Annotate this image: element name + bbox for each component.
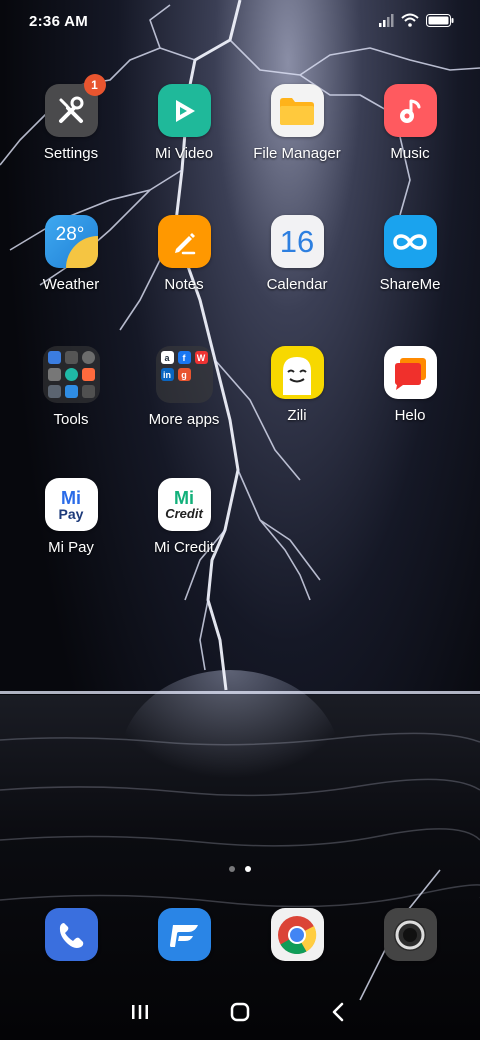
mi-pay-icon: Mi Pay: [44, 478, 98, 531]
app-shareme[interactable]: ShareMe: [355, 215, 465, 293]
app-settings[interactable]: 1 Settings: [16, 74, 126, 162]
signal-icon: [379, 13, 394, 27]
facebook-icon: f: [177, 351, 191, 364]
status-time: 2:36 AM: [29, 13, 89, 30]
app-label: Mi Pay: [48, 539, 94, 556]
app-calendar[interactable]: 16 Calendar: [242, 215, 352, 293]
mi-credit-icon: Mi Credit: [157, 478, 211, 531]
app-label: Mi Video: [154, 145, 214, 162]
calculator-icon: [47, 368, 61, 381]
folder-more-apps[interactable]: a f W in g More apps: [129, 346, 239, 428]
pencil-icon: [157, 215, 211, 268]
dock-camera[interactable]: [355, 908, 465, 961]
mi-pay-logo-bottom: Pay: [58, 505, 84, 522]
scanner-icon: [64, 351, 78, 364]
folder-tools[interactable]: Tools: [16, 346, 126, 428]
weather-temperature: 28°: [55, 223, 85, 245]
wifi-icon: [401, 13, 419, 27]
linkedin-icon: in: [160, 368, 174, 381]
camera-icon: [383, 908, 437, 961]
app-label: ShareMe: [379, 276, 441, 293]
app-label: Calendar: [266, 276, 328, 293]
more-apps-folder-icon: a f W in g: [155, 346, 213, 403]
zili-face-icon: [270, 346, 324, 399]
weather-icon: 28°: [44, 215, 98, 268]
app-music[interactable]: Music: [355, 84, 465, 162]
app-label: More apps: [148, 411, 220, 428]
app-weather[interactable]: 28° Weather: [16, 215, 126, 293]
app-grid: 1 Settings Mi Video File Manager Music 2…: [0, 0, 480, 600]
page-dot[interactable]: [229, 866, 235, 872]
wps-icon: W: [194, 351, 208, 364]
mi-credit-logo-top: Mi: [174, 488, 194, 508]
page-indicator: [229, 866, 251, 872]
helo-chat-icon: [383, 346, 437, 399]
dock-chrome[interactable]: [242, 908, 352, 961]
app-mi-credit[interactable]: Mi Credit Mi Credit: [129, 478, 239, 556]
app-label: Tools: [53, 411, 89, 428]
clock-icon: [81, 385, 95, 398]
contacts-icon: [47, 351, 61, 364]
dock: [0, 908, 480, 966]
home-icon: [230, 1002, 250, 1022]
game-center-icon: g: [177, 368, 191, 381]
app-helo[interactable]: Helo: [355, 346, 465, 424]
app-label: Weather: [42, 276, 100, 293]
app-zili[interactable]: Zili: [242, 346, 352, 424]
app-label: Mi Credit: [153, 539, 214, 556]
back-icon: [332, 1002, 344, 1022]
tools-folder-icon: [42, 346, 100, 403]
app-file-manager[interactable]: File Manager: [242, 84, 352, 162]
music-note-icon: [383, 84, 437, 137]
app-mi-pay[interactable]: Mi Pay Mi Pay: [16, 478, 126, 556]
messages-icon: [157, 908, 211, 961]
status-icons: [379, 13, 454, 27]
app-mi-video[interactable]: Mi Video: [129, 84, 239, 162]
dock-messages[interactable]: [129, 908, 239, 961]
page-dot-active[interactable]: [245, 866, 251, 872]
mi-credit-logo-bottom: Credit: [165, 506, 203, 521]
app-notes[interactable]: Notes: [129, 215, 239, 293]
infinity-icon: [383, 215, 437, 268]
mi-pay-logo-top: Mi: [61, 487, 81, 508]
app-label: Helo: [394, 407, 426, 424]
folder-icon: [270, 84, 324, 137]
settings-icon: 1: [44, 74, 106, 137]
amazon-icon: a: [160, 351, 174, 364]
recents-icon: [132, 1005, 148, 1019]
phone-icon: [44, 908, 98, 961]
download-icon: [64, 385, 78, 398]
app-label: Settings: [43, 145, 99, 162]
app-label: Notes: [164, 276, 204, 293]
mi-video-icon: [157, 84, 211, 137]
home-button[interactable]: [220, 996, 260, 1028]
back-button[interactable]: [318, 996, 358, 1028]
status-bar: 2:36 AM: [0, 0, 480, 44]
battery-icon: [426, 13, 454, 27]
dock-phone[interactable]: [16, 908, 126, 961]
calendar-icon: 16: [270, 215, 324, 268]
feedback-icon: [47, 385, 61, 398]
app-label: File Manager: [253, 145, 341, 162]
chrome-icon: [270, 908, 324, 961]
calendar-date: 16: [279, 223, 315, 259]
navigation-bar: [0, 990, 480, 1034]
recents-button[interactable]: [120, 996, 160, 1028]
compass-icon: [81, 351, 95, 364]
security-icon: [64, 368, 78, 381]
app-label: Zili: [287, 407, 307, 424]
recorder-icon: [81, 368, 95, 381]
notification-badge: 1: [83, 74, 106, 96]
empty-slot: [195, 368, 208, 381]
app-label: Music: [390, 145, 430, 162]
